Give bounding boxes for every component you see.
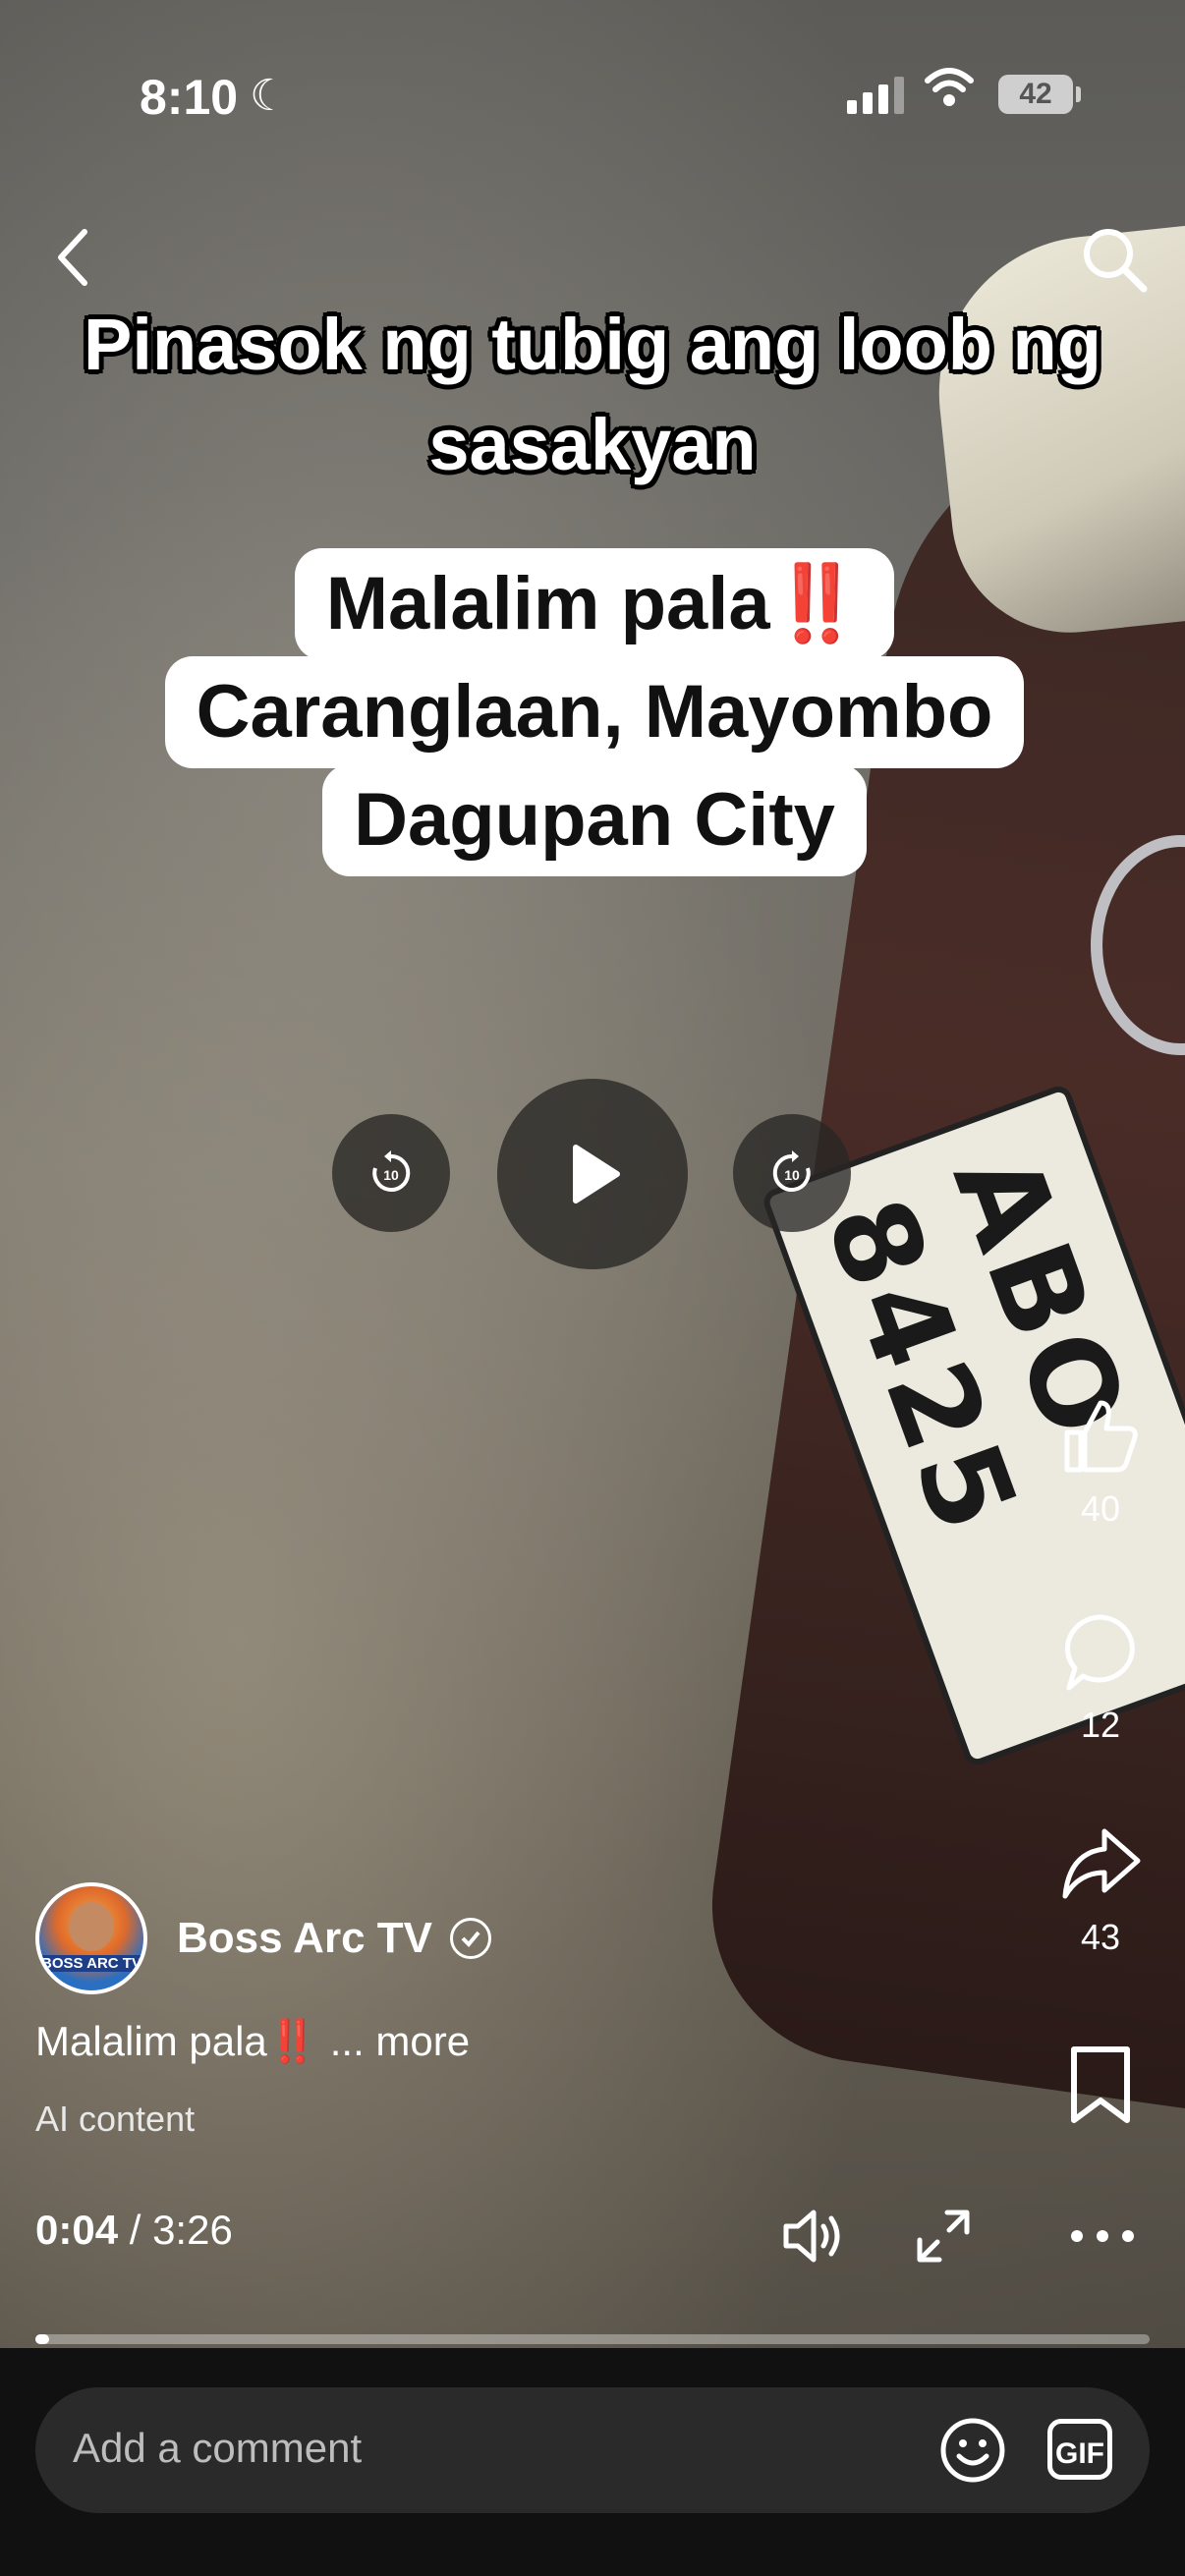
- play-icon: [573, 1145, 620, 1204]
- caption-line-1-text: Malalim pala: [325, 562, 770, 645]
- caption-line-1: Malalim pala‼️: [294, 548, 895, 660]
- battery-indicator: 42: [998, 75, 1081, 114]
- caption-line-3: Dagupan City: [322, 764, 867, 876]
- verified-badge-icon: [450, 1918, 492, 1959]
- comment-bar: Add a comment GIF: [0, 2348, 1185, 2576]
- comment-placeholder: Add a comment: [73, 2425, 363, 2471]
- progress-fill: [35, 2334, 49, 2344]
- fullscreen-icon[interactable]: [908, 2201, 979, 2271]
- video-headline: Pinasok ng tubig ang loob ng sasakyan: [0, 295, 1185, 495]
- status-bar: 8:10 ☾ 42: [0, 0, 1185, 187]
- wifi-icon: [925, 68, 974, 106]
- forward-10-icon: 10: [772, 1150, 811, 1192]
- like-icon: [1064, 1400, 1138, 1473]
- description-text: Malalim pala: [35, 2018, 267, 2064]
- progress-bar[interactable]: [35, 2334, 1150, 2344]
- video-caption: Malalim pala‼️ Caranglaan, Mayombo Dagup…: [108, 548, 1081, 876]
- play-button[interactable]: [497, 1079, 688, 1269]
- search-icon[interactable]: [1079, 224, 1150, 295]
- description-bang: ‼️: [266, 2018, 319, 2064]
- rewind-10-label: 10: [383, 1167, 399, 1183]
- forward-10-label: 10: [784, 1167, 800, 1183]
- signal-icon: [847, 77, 904, 114]
- back-icon[interactable]: [47, 218, 106, 297]
- like-button[interactable]: 40: [1042, 1395, 1159, 1530]
- comments-button[interactable]: 12: [1042, 1611, 1159, 1746]
- headline-line-2: sasakyan: [428, 404, 757, 485]
- duration: 3:26: [152, 2207, 233, 2253]
- rewind-10-button[interactable]: 10: [332, 1114, 450, 1232]
- share-button[interactable]: 43: [1042, 1823, 1159, 1958]
- ai-content-label: AI content: [35, 2099, 196, 2139]
- channel-name[interactable]: Boss Arc TV: [177, 1914, 432, 1963]
- emoji-icon[interactable]: [937, 2415, 1008, 2486]
- channel-avatar[interactable]: BOSS ARC TV: [35, 1882, 147, 1994]
- caption-bang: ‼️: [769, 562, 864, 645]
- gif-icon[interactable]: GIF: [1047, 2419, 1112, 2480]
- time-separator: /: [118, 2207, 153, 2253]
- shorts-player-screen: ABO 8425 8:10 ☾ 42 Pinasok ng tubig ang …: [0, 0, 1185, 2576]
- bookmark-icon: [1071, 2046, 1130, 2123]
- save-button[interactable]: [1042, 2044, 1159, 2131]
- rewind-10-icon: 10: [372, 1150, 411, 1192]
- status-time: 8:10: [140, 70, 239, 125]
- video-description[interactable]: Malalim pala‼️ ... more: [35, 2018, 470, 2066]
- description-more[interactable]: ... more: [318, 2018, 470, 2064]
- comment-input[interactable]: Add a comment GIF: [35, 2387, 1150, 2513]
- forward-10-button[interactable]: 10: [733, 1114, 851, 1232]
- comment-icon: [1065, 1614, 1135, 1691]
- share-count: 43: [1080, 1917, 1121, 1957]
- headline-line-1: Pinasok ng tubig ang loob ng: [84, 304, 1101, 385]
- current-time: 0:04: [35, 2207, 119, 2253]
- volume-icon[interactable]: [778, 2201, 849, 2271]
- comment-count: 12: [1080, 1705, 1121, 1745]
- avatar-face: [69, 1902, 114, 1951]
- share-icon: [1062, 1828, 1141, 1899]
- time-display: 0:04 / 3:26: [35, 2207, 233, 2254]
- avatar-text: BOSS ARC TV: [39, 1955, 143, 1972]
- caption-line-2: Caranglaan, Mayombo: [164, 656, 1025, 768]
- moon-icon: ☾: [250, 72, 289, 120]
- channel-info[interactable]: BOSS ARC TV Boss Arc TV: [35, 1882, 492, 1994]
- more-icon[interactable]: [1067, 2201, 1138, 2271]
- like-count: 40: [1080, 1488, 1121, 1529]
